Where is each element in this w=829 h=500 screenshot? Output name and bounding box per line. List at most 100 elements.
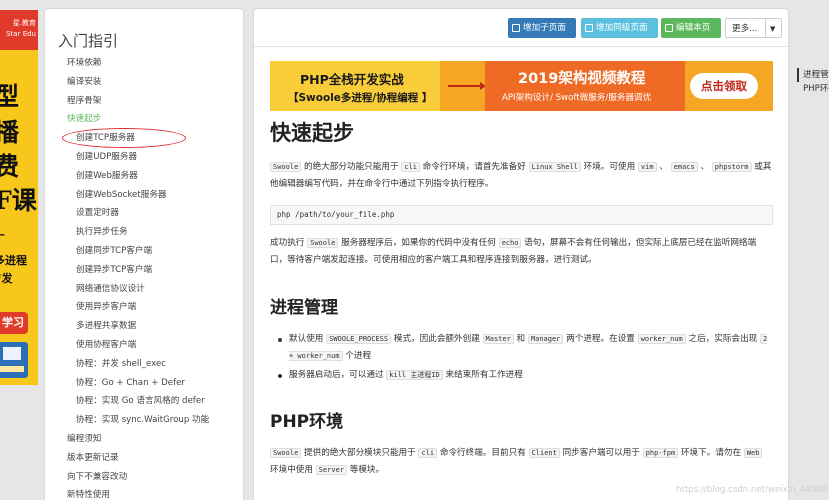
ad-claim-button[interactable]: 点击领取 (690, 73, 758, 99)
sidebar-item[interactable]: 执行异步任务 (45, 223, 243, 242)
table-of-contents: 进程管理 PHP环境 (797, 68, 829, 96)
sidebar-item[interactable]: 编译安装 (45, 73, 243, 92)
inline-code: Linux Shell (528, 162, 581, 172)
inline-code: cli (418, 448, 438, 458)
inline-code: emacs (670, 162, 698, 172)
watermark: https://blog.csdn.net/weixin_44900 (676, 485, 828, 495)
bullet-text: 来结束所有工作进程 (442, 370, 523, 380)
sidebar-nav-list: 环境依赖 编译安装 程序骨架 快速起步 创建TCP服务器 创建UDP服务器 创建Web服务器… (45, 54, 243, 500)
sidebar-item[interactable]: 协程：Go + Chan + Defer (45, 374, 243, 393)
inline-code: Client (528, 448, 560, 458)
inline-code: cli (401, 162, 420, 172)
sidebar-item[interactable]: 编程须知 (45, 430, 243, 449)
more-button[interactable]: 更多... (725, 18, 766, 38)
paragraph-text: 、 (697, 162, 712, 172)
paragraph-text: 命令行环境，请首先准备好 (419, 162, 529, 172)
edit-icon (665, 24, 673, 32)
bullet-text: 之后，实际会出现 (685, 334, 760, 344)
ad-subtitle: API架构设计/ Swoft微服务/服务器调优 (502, 93, 652, 103)
add-sibling-page-button[interactable]: 增加同级页面 (581, 18, 658, 38)
promo-char-1: 型 (0, 82, 20, 111)
ad-line-1: PHP全栈开发实战 (300, 72, 404, 87)
promo-char-2: 播 (0, 118, 20, 147)
add-child-page-button[interactable]: 增加子页面 (508, 18, 576, 38)
sidebar-item[interactable]: 使用异步客户端 (45, 298, 243, 317)
php-env-paragraph: Swoole 提供的绝大部分模块只能用于 cli 命令行终端。目前只有 Clie… (270, 445, 772, 479)
promo-dash: — (0, 228, 5, 242)
sidebar-item[interactable]: 新特性使用 (45, 486, 243, 500)
laptop-illustration-icon (0, 342, 28, 378)
sidebar-title: 入门指引 (58, 32, 119, 50)
ad-title: 2019架构视频教程 (518, 71, 646, 87)
bullet-dot (278, 338, 282, 342)
edit-page-label: 编辑本页 (676, 23, 711, 33)
sidebar-item[interactable]: 创建异步TCP客户端 (45, 261, 243, 280)
sidebar-item[interactable]: 向下不兼容改动 (45, 468, 243, 487)
inline-code: phpstorm (711, 162, 752, 172)
sidebar-item[interactable]: 使用协程客户端 (45, 336, 243, 355)
bullet-text: 模式，因此会额外创建 (391, 334, 483, 344)
sidebar-item[interactable]: 协程：并发 shell_exec (45, 355, 243, 374)
paragraph-text: 等模块。 (347, 465, 385, 475)
inline-code: kill 主进程ID (386, 370, 443, 380)
more-dropdown-caret-icon[interactable]: ▼ (765, 18, 782, 38)
course-ad-banner[interactable]: PHP全栈开发实战 【Swoole多进程/协程编程 】 2019架构视频教程 A… (270, 61, 773, 111)
promo-brand: 星.教育 Star Edu (0, 10, 38, 50)
sidebar-item[interactable]: 网络通信协议设计 (45, 280, 243, 299)
promo-brand-sub: Star Edu (6, 30, 36, 38)
inline-code: SWOOLE_PROCESS (326, 334, 392, 344)
paragraph-text: 服务器程序后，如果你的代码中没有任何 (338, 238, 499, 248)
content-panel: 增加子页面 增加同级页面 编辑本页 更多... ▼ PHP全栈开发实战 【Swo… (253, 8, 789, 500)
page-title: 快速起步 (270, 121, 354, 145)
page-icon (585, 24, 593, 32)
bullet-item: 默认使用 SWOOLE_PROCESS 模式，因此会额外创建 Master 和 … (278, 331, 772, 365)
sidebar-item[interactable]: 环境依赖 (45, 54, 243, 73)
intro-paragraph: Swoole 的绝大部分功能只能用于 cli 命令行环境，请首先准备好 Linu… (270, 159, 772, 193)
add-child-page-label: 增加子页面 (523, 23, 566, 33)
sidebar-item[interactable]: 设置定时器 (45, 204, 243, 223)
inline-code: Swoole (307, 238, 339, 248)
docs-sidebar: 入门指引 环境依赖 编译安装 程序骨架 快速起步 创建TCP服务器 创建UDP服务器 创建W… (44, 8, 244, 500)
sidebar-item[interactable]: 程序骨架 (45, 92, 243, 111)
inline-code: worker_num (637, 334, 686, 344)
promo-brand-name: 星.教育 (12, 19, 36, 27)
edit-page-button[interactable]: 编辑本页 (661, 18, 721, 38)
toc-item-php-env[interactable]: PHP环境 (797, 82, 829, 96)
bullet-text: 和 (513, 334, 528, 344)
sidebar-item[interactable]: 版本更新记录 (45, 449, 243, 468)
paragraph-text: 同步客户端可以用于 (559, 448, 643, 458)
inline-code: vim (637, 162, 657, 172)
promo-line-1: 多进程 (0, 254, 27, 267)
paragraph-text: 、 (656, 162, 671, 172)
toc-item-process[interactable]: 进程管理 (797, 68, 829, 82)
paragraph-text: 提供的绝大部分模块只能用于 (301, 448, 419, 458)
run-paragraph: 成功执行 Swoole 服务器程序后，如果你的代码中没有任何 echo 语句，屏… (270, 235, 772, 269)
paragraph-text: 环境。可使用 (580, 162, 638, 172)
paragraph-text: 环境中使用 (270, 465, 316, 475)
arrow-right-icon (448, 82, 486, 90)
annotation-ellipse (62, 128, 186, 148)
promo-study-button[interactable]: 学习 (0, 312, 28, 334)
code-block[interactable]: php /path/to/your_file.php (270, 205, 773, 225)
inline-code: Manager (527, 334, 564, 344)
sidebar-item[interactable]: 协程：实现 sync.WaitGroup 功能 (45, 411, 243, 430)
sidebar-item[interactable]: 快速起步 (45, 110, 243, 129)
paragraph-text: 的绝大部分功能只能用于 (301, 162, 402, 172)
bullet-text: 两个进程。在设置 (563, 334, 638, 344)
promo-banner[interactable]: 星.教育 Star Edu 型 播 费 F课 — 多进程 F发 学习 (0, 10, 38, 385)
sidebar-item[interactable]: 创建Web服务器 (45, 167, 243, 186)
inline-code: Master (482, 334, 514, 344)
paragraph-text: 环境下。请勿在 (678, 448, 744, 458)
sidebar-item[interactable]: 创建同步TCP客户端 (45, 242, 243, 261)
ad-line-2: 【Swoole多进程/协程编程 】 (288, 92, 433, 104)
add-sibling-page-label: 增加同级页面 (596, 23, 648, 33)
sidebar-item[interactable]: 协程：实现 Go 语言风格的 defer (45, 392, 243, 411)
inline-code: php-fpm (642, 448, 679, 458)
sidebar-item[interactable]: 创建UDP服务器 (45, 148, 243, 167)
inline-code: Swoole (270, 448, 302, 458)
page-toolbar: 增加子页面 增加同级页面 编辑本页 更多... ▼ (254, 9, 788, 47)
bullet-text: 服务器启动后，可以通过 (289, 370, 387, 380)
inline-code: Swoole (270, 162, 302, 172)
sidebar-item[interactable]: 创建WebSocket服务器 (45, 186, 243, 205)
sidebar-item[interactable]: 多进程共享数据 (45, 317, 243, 336)
